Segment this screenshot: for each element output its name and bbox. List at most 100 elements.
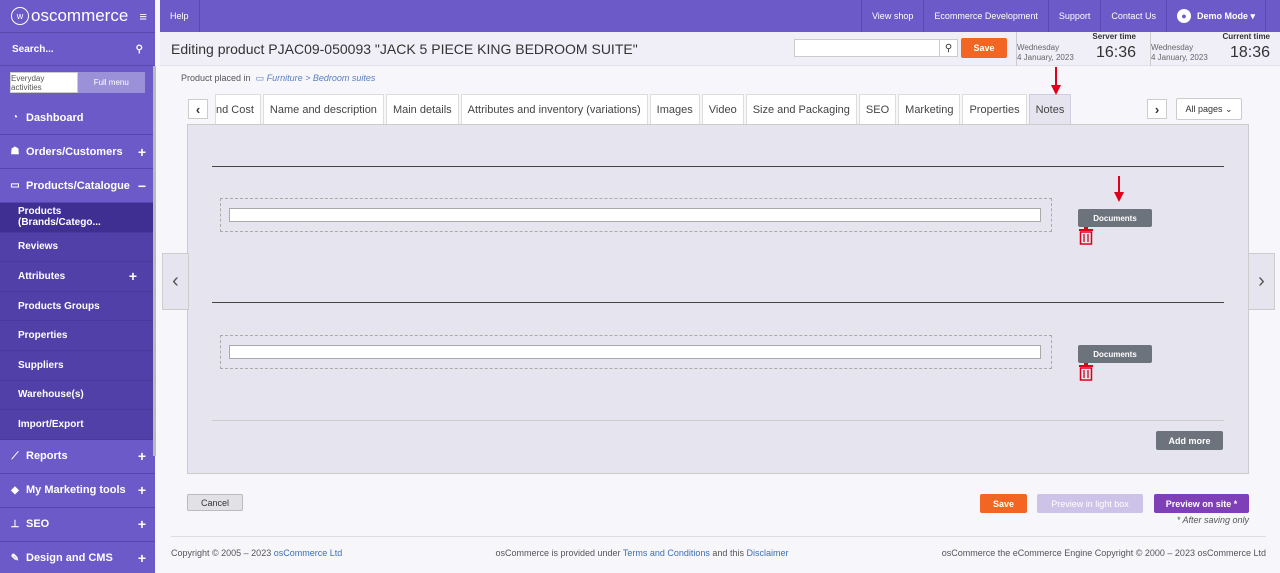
tab-video[interactable]: Video (701, 94, 744, 124)
current-time-value: 18:36 (1229, 44, 1270, 61)
ecommerce-development-link[interactable]: Ecommerce Development (923, 0, 1048, 32)
search-icon[interactable]: ⚲ (136, 44, 143, 55)
document-input[interactable] (229, 208, 1041, 222)
trash-icon[interactable] (1078, 227, 1094, 245)
disclaimer-link[interactable]: Disclaimer (746, 548, 788, 558)
divider (212, 302, 1224, 303)
view-shop-link[interactable]: View shop (860, 0, 923, 32)
cancel-button[interactable]: Cancel (187, 494, 243, 511)
server-date: Wednesday 4 January, 2023 (1017, 43, 1074, 62)
tabs-scroll-left-button[interactable]: ‹ (188, 99, 208, 119)
server-time-label: Server time (1092, 32, 1136, 41)
footer: Copyright © 2005 – 2023 osCommerce Ltd o… (171, 536, 1266, 568)
tab-images[interactable]: Images (649, 94, 700, 124)
server-time: Server time Wednesday 4 January, 2023 16… (1016, 32, 1136, 66)
sidebar-sub-reviews[interactable]: Reviews (0, 232, 155, 263)
sidebar-item-label: Design and CMS (26, 552, 113, 565)
expand-plus-icon: + (137, 482, 146, 499)
chevron-down-icon: ⌄ (1222, 103, 1233, 114)
tab-price-cost[interactable]: nd Cost (215, 94, 261, 124)
menu-toggle-icon[interactable]: ≡ (139, 9, 147, 24)
server-time-value: 16:36 (1095, 44, 1136, 61)
sidebar-item-products[interactable]: ▭ Products/Catalogue − (0, 169, 155, 203)
preview-lightbox-button[interactable]: Preview in light box (1037, 494, 1143, 513)
documents-button[interactable]: Documents (1078, 209, 1152, 227)
sidebar-sub-suppliers[interactable]: Suppliers (0, 350, 155, 381)
sidebar: w oscommerce ≡ Search... ⚲ Everyday acti… (0, 0, 155, 573)
tab-list: nd Cost Name and description Main detail… (215, 94, 1073, 124)
after-saving-note: * After saving only (1176, 515, 1249, 525)
chart-icon: ⟋ (11, 450, 19, 462)
oscommerce-ltd-link[interactable]: osCommerce Ltd (274, 548, 343, 558)
breadcrumb-prefix: Product placed in (181, 73, 251, 83)
current-time: Current time Wednesday 4 January, 2023 1… (1150, 32, 1270, 66)
sidebar-item-marketing[interactable]: ◆ My Marketing tools + (0, 474, 155, 508)
terms-link[interactable]: Terms and Conditions (623, 548, 710, 558)
tag-icon: ◆ (11, 484, 19, 496)
sidebar-sub-attributes[interactable]: Attributes + (0, 262, 155, 292)
users-icon: ☗ (10, 146, 20, 157)
sidebar-scrollbar[interactable] (153, 66, 156, 456)
collapse-minus-icon: − (137, 177, 146, 194)
previous-product-button[interactable]: ‹ (162, 253, 189, 310)
tab-attributes-inventory[interactable]: Attributes and inventory (variations) (460, 94, 648, 124)
tab-size-packaging[interactable]: Size and Packaging (745, 94, 857, 124)
user-name: Demo Mode (1196, 11, 1248, 21)
all-pages-dropdown[interactable]: All pages ⌄ (1176, 98, 1242, 120)
divider (212, 166, 1224, 167)
sidebar-item-design[interactable]: ✎ Design and CMS + (0, 542, 155, 573)
tab-properties[interactable]: Properties (962, 94, 1027, 124)
sidebar-sub-products[interactable]: Products (Brands/Catego... (0, 203, 155, 233)
user-menu[interactable]: ● Demo Mode ▾ (1165, 0, 1266, 32)
product-search-input[interactable]: ⚲ (794, 39, 958, 57)
sidebar-sub-products-groups[interactable]: Products Groups (0, 291, 155, 322)
footer-copyright: Copyright © 2005 – 2023 osCommerce Ltd (171, 547, 343, 558)
add-more-button[interactable]: Add more (1156, 431, 1223, 450)
document-row (220, 335, 1052, 369)
trash-icon[interactable] (1078, 363, 1094, 381)
documents-button[interactable]: Documents (1078, 345, 1152, 363)
save-button[interactable]: Save (961, 38, 1007, 58)
sidebar-item-orders[interactable]: ☗ Orders/Customers + (0, 135, 155, 169)
tab-notes[interactable]: Notes (1028, 94, 1072, 124)
mode-full-menu-button[interactable]: Full menu (77, 72, 145, 93)
mode-everyday-button[interactable]: Everyday activities (10, 72, 78, 93)
menu-mode-switch: Everyday activities Full menu (10, 72, 145, 93)
help-link[interactable]: Help (160, 0, 200, 32)
document-input[interactable] (229, 345, 1041, 359)
footer-terms: osCommerce is provided under Terms and C… (495, 547, 789, 558)
footer-engine-copyright: osCommerce the eCommerce Engine Copyrigh… (941, 547, 1266, 558)
sidebar-sub-warehouses[interactable]: Warehouse(s) (0, 380, 155, 411)
annotation-arrow-icon (1051, 67, 1061, 95)
sidebar-sub-properties[interactable]: Properties (0, 321, 155, 351)
sidebar-item-label: Products/Catalogue (26, 179, 130, 192)
tab-marketing[interactable]: Marketing (898, 94, 961, 124)
save-button[interactable]: Save (980, 494, 1027, 513)
tab-seo[interactable]: SEO (858, 94, 897, 124)
sidebar-search[interactable]: Search... ⚲ (0, 32, 155, 66)
expand-plus-icon: + (137, 448, 146, 465)
sidebar-item-reports[interactable]: ⟋ Reports + (0, 440, 155, 474)
sidebar-sub-import-export[interactable]: Import/Export (0, 410, 155, 440)
support-link[interactable]: Support (1047, 0, 1101, 32)
tabs-scroll-right-button[interactable]: › (1147, 99, 1167, 119)
contact-us-link[interactable]: Contact Us (1100, 0, 1166, 32)
breadcrumb-path-link[interactable]: Furniture > Bedroom suites (267, 73, 376, 83)
tab-main-details[interactable]: Main details (385, 94, 459, 124)
current-date: Wednesday 4 January, 2023 (1151, 43, 1208, 62)
sidebar-item-dashboard[interactable]: ◔ Dashboard (0, 101, 155, 135)
tab-name-description[interactable]: Name and description (262, 94, 384, 124)
sidebar-item-label: Orders/Customers (26, 145, 123, 158)
annotation-arrow-icon (1114, 176, 1124, 202)
next-product-button[interactable]: › (1248, 253, 1275, 310)
search-icon[interactable]: ⚲ (939, 40, 957, 56)
user-icon: ● (1176, 9, 1191, 23)
brush-icon: ✎ (10, 552, 20, 564)
sidebar-item-seo[interactable]: ⊥ SEO + (0, 508, 155, 542)
sidebar-item-label: SEO (26, 518, 50, 531)
logo[interactable]: w oscommerce ≡ (0, 0, 155, 32)
page-title: Editing product PJAC09-050093 "JACK 5 PI… (171, 40, 638, 57)
sidebar-sub-label: Attributes (18, 270, 66, 282)
preview-on-site-button[interactable]: Preview on site * (1154, 494, 1249, 513)
breadcrumb: Product placed in ▭ Furniture > Bedroom … (181, 73, 375, 84)
